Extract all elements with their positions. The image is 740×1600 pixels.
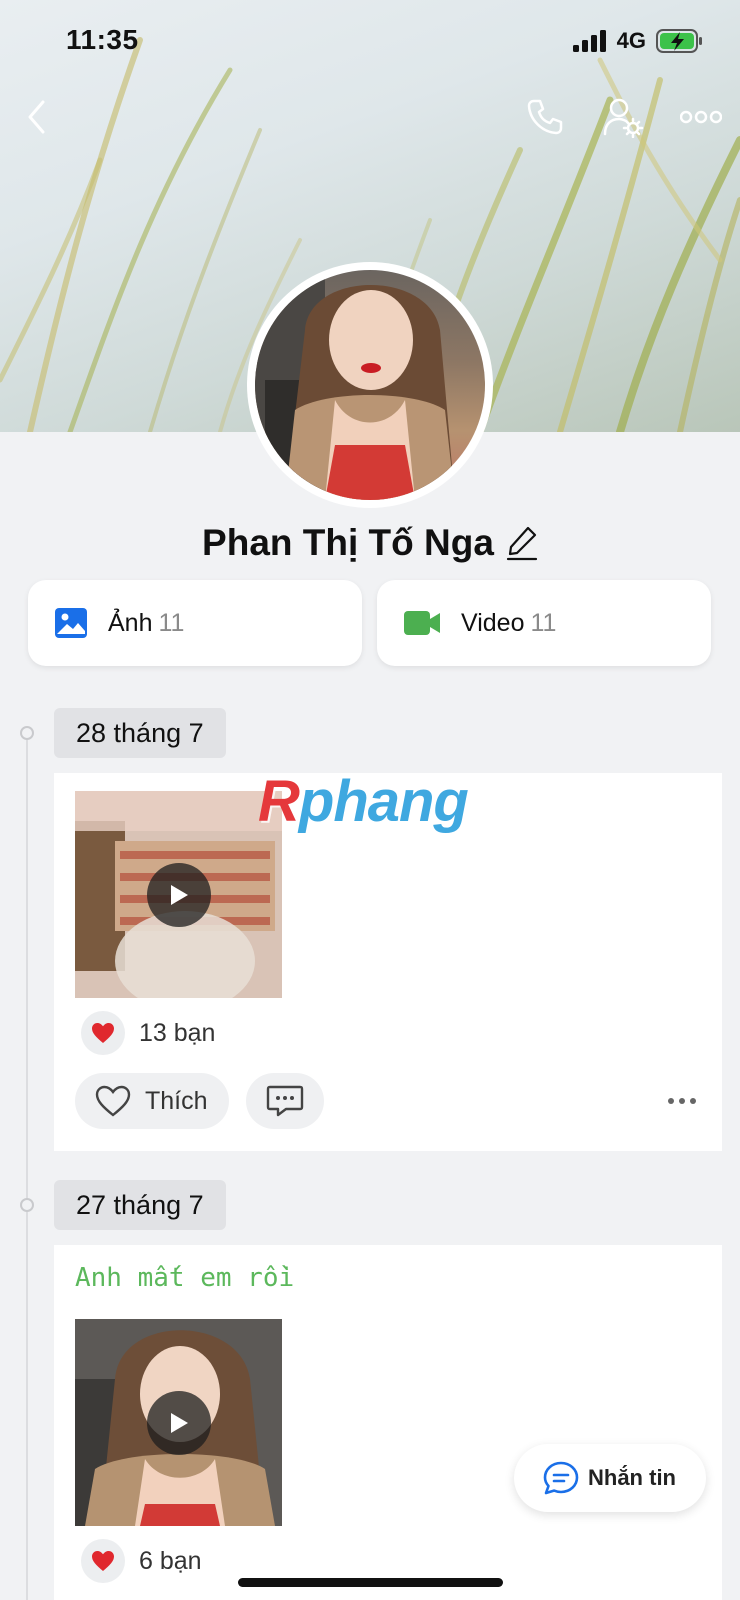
back-button[interactable] xyxy=(12,92,62,142)
message-button[interactable]: Nhắn tin xyxy=(514,1444,706,1512)
profile-name: Phan Thị Tố Nga xyxy=(202,522,494,563)
user-settings-icon xyxy=(603,98,644,138)
reaction-count: 13 bạn xyxy=(139,1018,216,1047)
play-button[interactable] xyxy=(147,863,211,927)
timeline-line xyxy=(26,733,28,1600)
video-camera-icon xyxy=(404,611,440,635)
videos-label: Video xyxy=(461,608,525,637)
more-options-button[interactable] xyxy=(676,92,726,142)
edit-pencil-icon[interactable] xyxy=(506,525,538,561)
like-label: Thích xyxy=(145,1086,208,1115)
reaction-bubble xyxy=(81,1011,125,1055)
videos-card[interactable]: Video 11 xyxy=(377,580,711,666)
video-thumbnail[interactable] xyxy=(75,1319,282,1526)
more-horizontal-icon xyxy=(680,110,722,124)
timeline-dot xyxy=(20,726,34,740)
signal-icon xyxy=(572,30,606,52)
watermark-text: phang xyxy=(298,769,469,834)
post-more-icon[interactable] xyxy=(668,1098,696,1104)
dot xyxy=(679,1098,685,1104)
battery-charging-icon xyxy=(656,29,702,53)
post-card: Anh mất em rồi 6 bạn xyxy=(54,1245,722,1600)
watermark-logo: Rphang xyxy=(258,768,469,835)
photos-label: Ảnh xyxy=(108,608,153,637)
home-indicator xyxy=(238,1578,503,1587)
video-thumbnail[interactable] xyxy=(75,791,282,998)
play-icon xyxy=(171,1413,188,1433)
reaction-bubble xyxy=(81,1539,125,1583)
heart-filled-icon xyxy=(92,1023,114,1043)
comment-icon xyxy=(266,1085,304,1117)
date-tag: 27 tháng 7 xyxy=(54,1180,226,1230)
dot xyxy=(668,1098,674,1104)
reactions-summary[interactable]: 13 bạn xyxy=(81,1011,215,1055)
photos-count: 11 xyxy=(158,608,185,637)
timeline-dot xyxy=(20,1198,34,1212)
network-type: 4G xyxy=(616,28,646,53)
post-caption: Anh mất em rồi xyxy=(75,1263,295,1293)
heart-outline-icon xyxy=(95,1085,131,1117)
reaction-count: 6 bạn xyxy=(139,1546,202,1575)
play-button[interactable] xyxy=(147,1391,211,1455)
dot xyxy=(690,1098,696,1104)
chevron-left-icon xyxy=(28,100,45,134)
reactions-summary[interactable]: 6 bạn xyxy=(81,1539,202,1583)
date-tag: 28 tháng 7 xyxy=(54,708,226,758)
status-bar: 11:35 4G xyxy=(0,0,740,80)
videos-count: 11 xyxy=(530,608,557,637)
avatar-photo xyxy=(255,270,455,500)
phone-icon xyxy=(527,99,563,135)
photos-card[interactable]: Ảnh 11 xyxy=(28,580,362,666)
photo-icon xyxy=(55,608,87,638)
profile-settings-button[interactable] xyxy=(598,92,648,142)
watermark-prefix: R xyxy=(258,769,300,834)
avatar[interactable] xyxy=(255,270,485,500)
like-button[interactable]: Thích xyxy=(75,1073,229,1129)
play-icon xyxy=(171,885,188,905)
message-label: Nhắn tin xyxy=(588,1465,676,1490)
status-time: 11:35 xyxy=(66,24,139,55)
chat-bubble-icon xyxy=(543,1461,579,1495)
heart-filled-icon xyxy=(92,1551,114,1571)
comment-button[interactable] xyxy=(246,1073,324,1129)
call-button[interactable] xyxy=(520,92,570,142)
profile-name-row: Phan Thị Tố Nga xyxy=(0,518,740,568)
